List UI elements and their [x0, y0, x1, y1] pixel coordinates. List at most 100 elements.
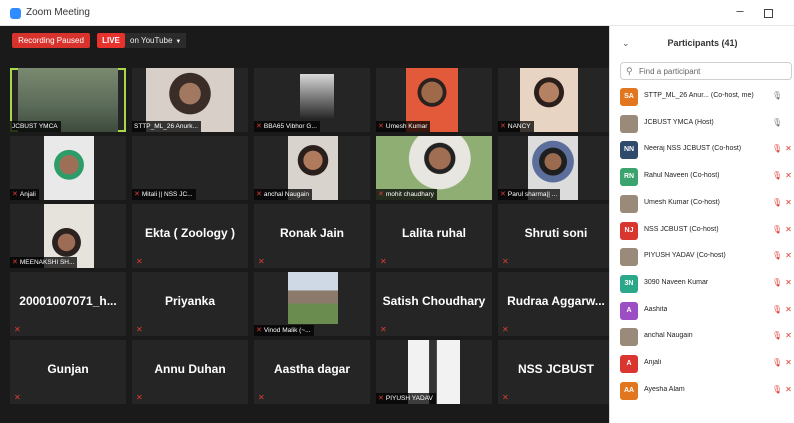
maximize-button[interactable]: [764, 9, 773, 18]
video-tile[interactable]: ✕ Anjali: [10, 136, 126, 200]
caret-down-icon: ▼: [175, 39, 182, 45]
video-off-icon: ✕: [785, 277, 792, 287]
video-off-icon: ✕: [785, 197, 792, 207]
participant-name: Anjali: [644, 359, 662, 366]
participant-name: Shruti soni: [524, 226, 588, 240]
participant-row[interactable]: AA Ayesha Alam 🎙 ✕: [610, 380, 794, 402]
tile-label: ✕ Parul sharma|| ...: [498, 189, 561, 200]
participant-name: 20001007071_h...: [19, 294, 117, 308]
avatar: A: [620, 355, 638, 373]
mic-muted-icon: ✕: [380, 325, 387, 334]
recording-paused-badge[interactable]: Recording Paused: [12, 33, 90, 48]
participant-row[interactable]: NN Neeraj NSS JCBUST (Co-host) 🎙 ✕: [610, 139, 794, 161]
participant-name: Ayesha Alam: [644, 385, 685, 393]
video-tile[interactable]: ✕ Umesh Kumar: [376, 68, 492, 132]
video-tile[interactable]: Aastha dagar ✕: [254, 340, 370, 404]
video-tile[interactable]: ✕ MEENAKSHI SH...: [10, 204, 126, 268]
participant-row[interactable]: 3N 3090 Naveen Kumar 🎙 ✕: [610, 273, 794, 295]
tile-name: MEENAKSHI SH...: [19, 259, 75, 266]
participant-name: Rudraa Aggarw...: [507, 294, 605, 308]
participant-name: NSS JCBUST (Co-host): [644, 225, 719, 233]
video-tile[interactable]: ✕ Mitali || NSS JC...: [132, 136, 248, 200]
video-tile[interactable]: ✕ mohit chaudhary: [376, 136, 492, 200]
participant-row[interactable]: SA STTP_ML_26 Anur... (Co-host, me) 🎙: [610, 86, 794, 108]
video-tile[interactable]: Satish Choudhary ✕: [376, 272, 492, 336]
video-tile[interactable]: Gunjan ✕: [10, 340, 126, 404]
participant-status: 🎙 ✕: [772, 358, 792, 367]
participant-row[interactable]: A Anjali 🎙 ✕: [610, 353, 794, 375]
video-tile[interactable]: ✕ anchal Naugain: [254, 136, 370, 200]
video-tile[interactable]: 20001007071_h... ✕: [10, 272, 126, 336]
tile-label: ✕ BBA65 Vibhor G...: [254, 121, 320, 132]
participant-row[interactable]: A Aashita 🎙 ✕: [610, 300, 794, 322]
video-tile[interactable]: Shruti soni ✕: [498, 204, 614, 268]
video-tile[interactable]: NSS JCBUST ✕: [498, 340, 614, 404]
participant-row[interactable]: JCBUST YMCA (Host) 🎙: [610, 113, 794, 135]
chevron-down-icon[interactable]: ⌄: [622, 38, 630, 49]
tile-name: Parul sharma|| ...: [507, 191, 558, 198]
participant-row[interactable]: PIYUSH YADAV (Co-host) 🎙 ✕: [610, 246, 794, 268]
tile-name: Anjali: [19, 191, 36, 198]
tile-label: ✕ Vinod Malik (~...: [254, 325, 314, 336]
participant-name: Aastha dagar: [273, 362, 351, 376]
participant-row[interactable]: Umesh Kumar (Co-host) 🎙 ✕: [610, 193, 794, 215]
tile-label: JCBUST YMCA: [10, 121, 61, 132]
avatar: [620, 248, 638, 267]
microphone-icon: 🎙: [772, 358, 783, 367]
participant-name: Satish Choudhary: [382, 294, 486, 308]
live-badge[interactable]: LIVE: [97, 33, 125, 48]
video-tile[interactable]: Priyanka ✕: [132, 272, 248, 336]
participant-row[interactable]: anchal Naugain 🎙 ✕: [610, 326, 794, 348]
window-title: Zoom Meeting: [26, 7, 90, 18]
video-off-icon: ✕: [785, 171, 792, 181]
video-tile[interactable]: Annu Duhan ✕: [132, 340, 248, 404]
video-feed: [44, 136, 94, 200]
video-off-icon: ✕: [785, 384, 792, 394]
video-tile[interactable]: Ronak Jain ✕: [254, 204, 370, 268]
mic-muted-icon: ✕: [256, 327, 262, 334]
participant-name: Ronak Jain: [279, 226, 345, 240]
search-icon: ⚲: [626, 66, 633, 76]
mic-muted-icon: ✕: [378, 123, 384, 130]
participant-name: Rahul Naveen (Co-host): [644, 172, 720, 180]
mic-muted-icon: ✕: [380, 257, 387, 266]
video-tile[interactable]: ✕ BBA65 Vibhor G...: [254, 68, 370, 132]
avatar: AA: [620, 381, 638, 400]
minimize-button[interactable]: –: [733, 3, 747, 18]
mic-muted-icon: ✕: [14, 325, 21, 334]
mic-muted-icon: ✕: [136, 325, 143, 334]
video-tile[interactable]: ✕ NANCY: [498, 68, 614, 132]
search-input[interactable]: [639, 65, 789, 77]
participant-search[interactable]: ⚲: [620, 62, 792, 80]
participant-status: 🎙 ✕: [772, 198, 792, 207]
mic-muted-icon: ✕: [500, 123, 506, 130]
video-tile[interactable]: ✕ Parul sharma|| ...: [498, 136, 614, 200]
participant-name: Ekta ( Zoology ): [145, 226, 235, 240]
video-tile[interactable]: Lalita ruhal ✕: [376, 204, 492, 268]
microphone-icon: 🎙: [772, 171, 783, 181]
mic-muted-icon: ✕: [256, 123, 262, 130]
participant-status: 🎙 ✕: [772, 305, 792, 314]
microphone-icon: 🎙: [772, 384, 783, 394]
participant-row[interactable]: RN Rahul Naveen (Co-host) 🎙 ✕: [610, 166, 794, 188]
video-tile[interactable]: JCBUST YMCA: [10, 68, 126, 132]
tile-name: BBA65 Vibhor G...: [263, 123, 317, 130]
participant-status: 🎙 ✕: [772, 225, 792, 234]
tile-label: STTP_ML_26 Anurk...: [132, 121, 201, 132]
zoom-app-icon: [10, 8, 21, 19]
video-tile[interactable]: Rudraa Aggarw... ✕: [498, 272, 614, 336]
participant-name: NSS JCBUST: [517, 362, 594, 376]
video-tile[interactable]: ✕ Vinod Malik (~...: [254, 272, 370, 336]
video-tile[interactable]: STTP_ML_26 Anurk...: [132, 68, 248, 132]
mic-muted-icon: ✕: [378, 395, 384, 402]
video-tile[interactable]: Ekta ( Zoology ) ✕: [132, 204, 248, 268]
avatar: [620, 328, 638, 347]
youtube-stream-dropdown[interactable]: on YouTube ▼: [125, 33, 187, 48]
avatar: NJ: [620, 221, 638, 240]
video-tile[interactable]: ✕ PIYUSH YADAV: [376, 340, 492, 404]
participant-name: Neeraj NSS JCBUST (Co-host): [644, 145, 742, 153]
mic-muted-icon: ✕: [502, 393, 509, 402]
mic-muted-icon: ✕: [500, 191, 506, 198]
participants-panel: Participants (41) ⌄ ⚲ SA STTP_ML_26 Anur.…: [609, 26, 794, 423]
participant-row[interactable]: NJ NSS JCBUST (Co-host) 🎙 ✕: [610, 220, 794, 242]
